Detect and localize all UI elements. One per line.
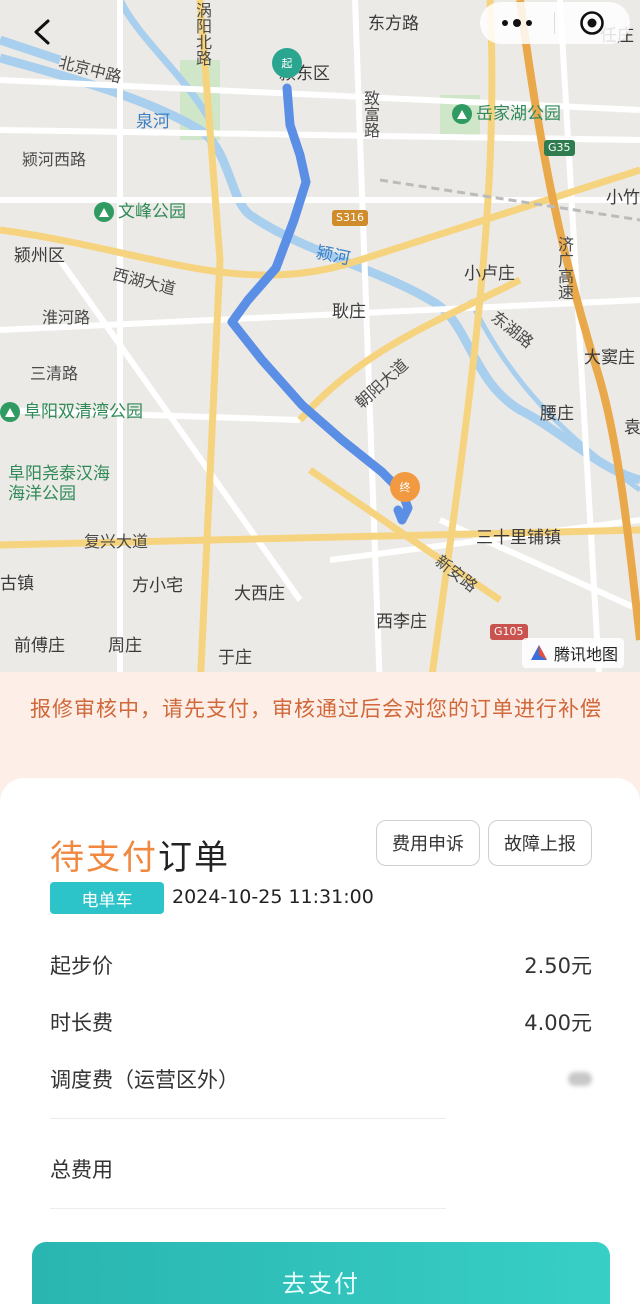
- order-datetime: 2024-10-25 11:31:00: [172, 886, 374, 908]
- order-card: 待支付订单 费用申诉 故障上报 电单车 2024-10-25 11:31:00 …: [0, 778, 640, 1304]
- map-brand-logo: 腾讯地图: [522, 638, 625, 668]
- map-label: 东方路: [368, 14, 419, 34]
- map-label: 颍河西路: [22, 150, 87, 169]
- fee-row-total: 总费用: [50, 1154, 592, 1184]
- route-shield: G105: [490, 624, 528, 641]
- chevron-left-icon: [34, 19, 50, 45]
- close-miniprogram-button[interactable]: [555, 2, 629, 44]
- more-menu-button[interactable]: [480, 2, 554, 44]
- fee-label: 调度费（运营区外）: [50, 1068, 239, 1092]
- vehicle-type-badge: 电单车: [50, 882, 164, 914]
- fee-value: 2.50元: [524, 954, 592, 978]
- park-poi: 阜阳双清湾公园: [0, 402, 143, 422]
- dot-icon: [502, 20, 508, 26]
- map-label: 大窦庄: [584, 348, 635, 368]
- map-label: 复兴大道: [84, 532, 149, 551]
- map-label: 腰庄: [540, 404, 574, 424]
- fee-value-redacted: [568, 1072, 592, 1086]
- order-status: 待支付: [50, 838, 158, 878]
- map-label: 于庄: [218, 648, 252, 668]
- back-button[interactable]: [20, 10, 64, 54]
- map-label: 三十里铺镇: [476, 528, 561, 548]
- map-label: 小卢庄: [464, 264, 515, 284]
- start-marker[interactable]: 起: [272, 48, 302, 78]
- order-title-suffix: 订单: [158, 838, 230, 878]
- map-label: 大西庄: [234, 584, 285, 604]
- divider: [50, 1208, 446, 1209]
- map-label: 袁: [624, 418, 640, 438]
- map-label: 古镇: [0, 574, 34, 594]
- map-label: 济广高速: [555, 236, 574, 300]
- route-shield: S316: [332, 210, 368, 227]
- map-label: 淮河路: [42, 308, 91, 327]
- fee-value: 4.00元: [524, 1011, 592, 1035]
- map-label: 涡阳北路: [193, 2, 212, 66]
- dot-icon: [513, 19, 521, 27]
- review-notice-text: 报修审核中，请先支付，审核通过后会对您的订单进行补偿: [30, 697, 602, 721]
- park-poi: 阜阳尧泰汉海海洋公园: [8, 464, 110, 504]
- park-icon: [0, 402, 20, 422]
- dot-icon: [526, 20, 532, 26]
- map-view[interactable]: 颍东区 东方路 北京中路 涡阳北路 泉河 致富路 岳家湖公园 颍河西路 文峰公园…: [0, 0, 640, 690]
- tencent-map-icon: [531, 645, 547, 660]
- map-label: 西李庄: [376, 612, 427, 632]
- map-label: 周庄: [108, 636, 142, 656]
- end-marker[interactable]: 终: [390, 472, 420, 502]
- map-label: 前傅庄: [14, 636, 65, 656]
- order-title: 待支付订单: [50, 830, 230, 879]
- park-icon: [452, 104, 472, 124]
- total-label: 总费用: [50, 1158, 113, 1182]
- divider: [50, 1118, 446, 1119]
- fee-row-base: 起步价 2.50元: [50, 950, 592, 980]
- route-line: [227, 83, 413, 525]
- fault-report-button[interactable]: 故障上报: [488, 820, 592, 866]
- map-label: 方小宅: [132, 576, 183, 596]
- map-label: 小竹: [606, 188, 640, 208]
- park-icon: [94, 202, 114, 222]
- fee-appeal-button[interactable]: 费用申诉: [376, 820, 480, 866]
- map-label: 三清路: [30, 364, 79, 383]
- fee-row-duration: 时长费 4.00元: [50, 1007, 592, 1037]
- map-label: 颍州区: [14, 246, 65, 266]
- miniprogram-capsule: [480, 2, 630, 44]
- route-shield: G35: [544, 140, 575, 157]
- park-poi: 文峰公园: [94, 202, 186, 222]
- pay-button[interactable]: 去支付: [32, 1242, 610, 1304]
- fee-label: 时长费: [50, 1011, 113, 1035]
- map-label: 致富路: [361, 90, 380, 138]
- park-poi: 岳家湖公园: [452, 104, 561, 124]
- fee-label: 起步价: [50, 954, 113, 978]
- map-brand-text: 腾讯地图: [554, 645, 619, 664]
- map-label: 耿庄: [332, 302, 366, 322]
- fee-row-dispatch: 调度费（运营区外）: [50, 1064, 592, 1094]
- target-circle-icon: [580, 11, 604, 35]
- map-label: 泉河: [136, 112, 170, 132]
